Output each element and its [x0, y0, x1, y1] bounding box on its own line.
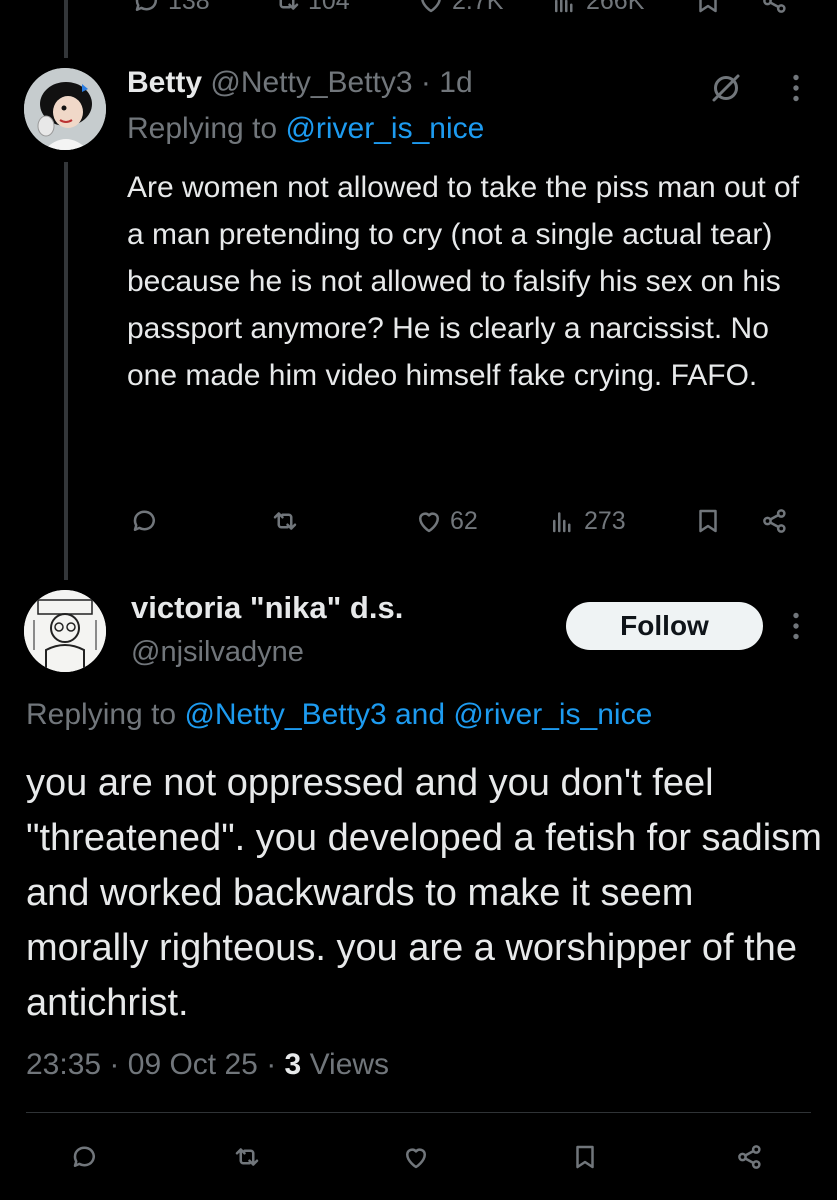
views-count: 273 [584, 506, 626, 535]
reply-action[interactable]: 138 [132, 0, 210, 16]
share-action[interactable] [760, 506, 790, 536]
like-action[interactable] [401, 1142, 431, 1172]
replying-and: and [395, 698, 446, 731]
replying-to-link[interactable]: @river_is_nice [285, 112, 484, 145]
replying-prefix: Replying to [127, 112, 278, 145]
avatar-betty[interactable] [24, 68, 106, 150]
like-count: 2.7K [452, 0, 504, 15]
views-count: 3 [284, 1048, 302, 1081]
views-icon [553, 512, 571, 533]
more-options-icon[interactable] [788, 608, 804, 649]
reply-action[interactable] [130, 506, 160, 536]
share-icon [763, 0, 786, 13]
replying-to-link-2[interactable]: @river_is_nice [453, 698, 652, 731]
replying-to: Replying to @river_is_nice [127, 112, 484, 146]
like-action[interactable]: 62 [414, 506, 478, 536]
tweet2-meta: 23:35 · 09 Oct 25 · 3 Views [26, 1048, 389, 1082]
replying-to: Replying to @Netty_Betty3 and @river_is_… [26, 698, 652, 732]
heart-icon [406, 1148, 426, 1169]
share-icon [738, 1145, 761, 1169]
tweet1-body: Are women not allowed to take the piss m… [127, 171, 800, 392]
views-icon [555, 0, 573, 13]
repost-icon [273, 512, 297, 530]
user-handle[interactable]: @njsilvadyne [131, 636, 304, 669]
follow-button[interactable]: Follow [566, 602, 763, 650]
repost-icon [235, 1148, 259, 1166]
repost-action[interactable] [270, 506, 300, 536]
replying-to-link-1[interactable]: @Netty_Betty3 [184, 698, 386, 731]
views-action[interactable]: 273 [548, 506, 626, 536]
grok-icon[interactable] [708, 70, 744, 111]
tweet1-actions: 62 273 [0, 506, 837, 550]
more-options-icon[interactable] [788, 70, 804, 111]
repost-count: 104 [308, 0, 350, 15]
tweet-time[interactable]: 1d [439, 66, 472, 99]
cartoon-avatar-icon [24, 68, 106, 150]
share-action[interactable] [760, 0, 790, 16]
like-count: 62 [450, 506, 478, 535]
bookmark-action[interactable] [693, 506, 723, 536]
sketch-avatar-icon [24, 590, 106, 672]
heart-icon [421, 0, 441, 13]
tweet1-header: Betty @Netty_Betty3 · 1d [127, 66, 473, 100]
previous-tweet-actions: 138 104 2.7K 266K [0, 0, 837, 26]
separator: · [266, 1048, 277, 1081]
reply-icon [135, 0, 157, 11]
share-action[interactable] [735, 1142, 765, 1172]
bookmark-icon [699, 0, 717, 13]
views-label: Views [309, 1048, 390, 1081]
views-action[interactable]: 266K [550, 0, 644, 16]
avatar-victoria[interactable] [24, 590, 106, 672]
share-icon [763, 509, 786, 533]
display-name[interactable]: Betty [127, 66, 202, 99]
tweet2-actions [0, 1142, 837, 1186]
repost-action[interactable] [232, 1142, 262, 1172]
repost-icon [279, 0, 299, 10]
replying-prefix: Replying to [26, 698, 177, 731]
tweet-date[interactable]: 09 Oct 25 [128, 1048, 258, 1081]
reply-icon [133, 510, 155, 531]
bookmark-icon [699, 509, 717, 533]
tweet2-body: you are not oppressed and you don't feel… [26, 762, 822, 1024]
separator: · [109, 1048, 120, 1081]
display-name[interactable]: victoria "nika" d.s. [131, 590, 403, 626]
bookmark-action[interactable] [693, 0, 723, 16]
separator: · [420, 66, 431, 99]
user-handle[interactable]: @Netty_Betty3 [210, 66, 412, 99]
bookmark-action[interactable] [570, 1142, 600, 1172]
heart-icon [419, 512, 439, 533]
tweet-time[interactable]: 23:35 [26, 1048, 101, 1081]
repost-action[interactable]: 104 [272, 0, 350, 16]
bookmark-icon [576, 1145, 594, 1169]
reply-count: 138 [168, 0, 210, 15]
divider [26, 1112, 811, 1113]
reply-icon [73, 1146, 95, 1167]
reply-action[interactable] [70, 1142, 100, 1172]
like-action[interactable]: 2.7K [416, 0, 503, 16]
views-count: 266K [586, 0, 645, 15]
